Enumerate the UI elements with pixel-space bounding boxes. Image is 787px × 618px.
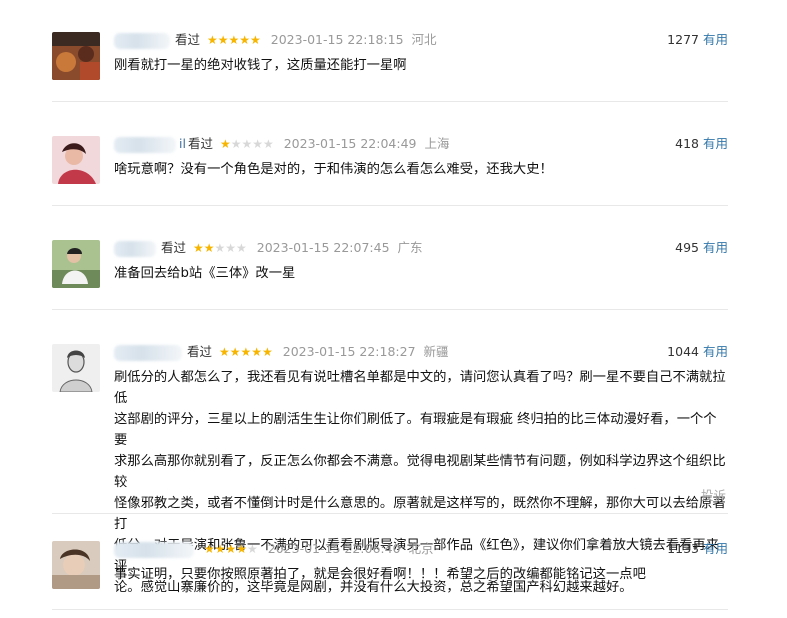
comment-location: 河北 [411,32,437,47]
comment-item: il 看过 ★★★★★ 2023-01-15 22:04:49 上海 418 有用 … [52,136,728,184]
username-redacted[interactable] [114,344,182,361]
useful-button[interactable]: 有用 [703,136,728,151]
watch-status: 看过 [175,32,201,47]
comment-location: 广东 [397,240,423,255]
useful-count: 1044 [667,344,699,359]
comment-time[interactable]: 2023-01-15 22:18:15 [271,32,404,47]
comment-text: 刚看就打一星的绝对收钱了，这质量还能打一星啊 [114,58,407,73]
rating-stars: ★★★★★ [203,542,258,556]
useful-count: 495 [675,240,699,255]
comment-text-line: 这部剧的评分，三星以上的剧活生生让你们刷低了。有瑕疵是有瑕疵 终归拍的比三体动漫… [114,412,717,448]
comment-item: 看过 ★★★★★ 2023-01-15 22:18:27 新疆 1044 有用 刷… [52,343,728,595]
rating-stars: ★★★★★ [219,137,274,151]
comment-time[interactable]: 2023-01-15 22:07:45 [257,240,390,255]
comment-meta: il 看过 ★★★★★ 2023-01-15 22:04:49 上海 [114,135,450,153]
comment-item: 看过 ★★★★★ 2023-01-15 22:18:15 河北 1277 有用 刚… [52,32,728,80]
useful-count: 418 [675,136,699,151]
useful-count: 1133 [667,541,699,556]
avatar[interactable] [52,344,100,392]
avatar[interactable] [52,32,100,80]
comment-meta: 看过 ★★★★★ 2023-01-15 22:07:45 广东 [114,239,423,257]
comment-text-line: 刷低分的人都怎么了，我还看见有说吐槽名单都是中文的，请问您认真看了吗？刷一星不要… [114,370,726,406]
comment-item: 看过 ★★★★★ 2023-01-15 22:07:45 广东 495 有用 准备… [52,240,728,288]
rating-stars: ★★★★★ [207,33,261,47]
comment-text: 准备回去给b站《三体》改一星 [114,266,296,281]
rating-stars: ★★★★★ [219,345,273,359]
comment-meta: 看过 ★★★★★ 2023-01-15 22:18:15 河北 [114,31,437,49]
watch-status: 看过 [187,136,213,151]
comment-location: 北京 [408,541,434,556]
useful-vote: 495 有用 [675,239,728,257]
useful-vote: 1044 有用 [667,343,728,361]
useful-vote: 418 有用 [675,135,728,153]
comment-meta: 看过 ★★★★★ 2023-01-15 22:18:27 新疆 [114,343,449,361]
comment-item: ★★★★★ 2023-01-15 22:06:40 北京 1133 有用 事实证明… [52,541,728,589]
avatar[interactable] [52,240,100,288]
avatar[interactable] [52,136,100,184]
comment-meta: ★★★★★ 2023-01-15 22:06:40 北京 [114,540,434,558]
useful-button[interactable]: 有用 [703,32,728,47]
divider [52,609,728,610]
useful-vote: 1277 有用 [667,31,728,49]
username-redacted[interactable] [114,32,170,49]
comment-location: 上海 [424,136,450,151]
watch-status: 看过 [187,344,213,359]
useful-button[interactable]: 有用 [703,240,728,255]
useful-button[interactable]: 有用 [703,541,728,556]
useful-button[interactable]: 有用 [703,344,728,359]
comment-text-line: 求那么高那你就别看了，反正怎么你都会不满意。觉得电视剧某些情节有问题，例如科学边… [114,454,726,490]
username-redacted[interactable] [114,240,156,257]
comment-text: 事实证明，只要你按照原著拍了，就是会很好看啊！！！希望之后的改编都能铭记这一点吧 [114,567,646,582]
comment-text: 啥玩意啊？没有一个角色是对的，于和伟演的怎么看怎么难受，还我大史！ [114,162,553,177]
avatar[interactable] [52,541,100,589]
divider [52,309,728,310]
watch-status: 看过 [161,240,187,255]
comment-time[interactable]: 2023-01-15 22:06:40 [268,541,401,556]
comment-location: 新疆 [423,344,449,359]
comment-text-line: 怪像邪教之类，或者不懂倒计时是什么意思的。原著就是这样写的，既然你不理解，那你大… [114,496,726,532]
username-redacted[interactable] [114,136,176,153]
comment-time[interactable]: 2023-01-15 22:18:27 [283,344,416,359]
rating-stars: ★★★★★ [193,241,247,255]
username-redacted[interactable] [114,541,194,558]
comment-time[interactable]: 2023-01-15 22:04:49 [284,136,417,151]
divider [52,205,728,206]
useful-count: 1277 [667,32,699,47]
useful-vote: 1133 有用 [667,540,728,558]
username[interactable]: il [179,136,186,151]
divider [52,513,728,514]
report-link[interactable]: 投诉 [701,485,726,504]
divider [52,101,728,102]
